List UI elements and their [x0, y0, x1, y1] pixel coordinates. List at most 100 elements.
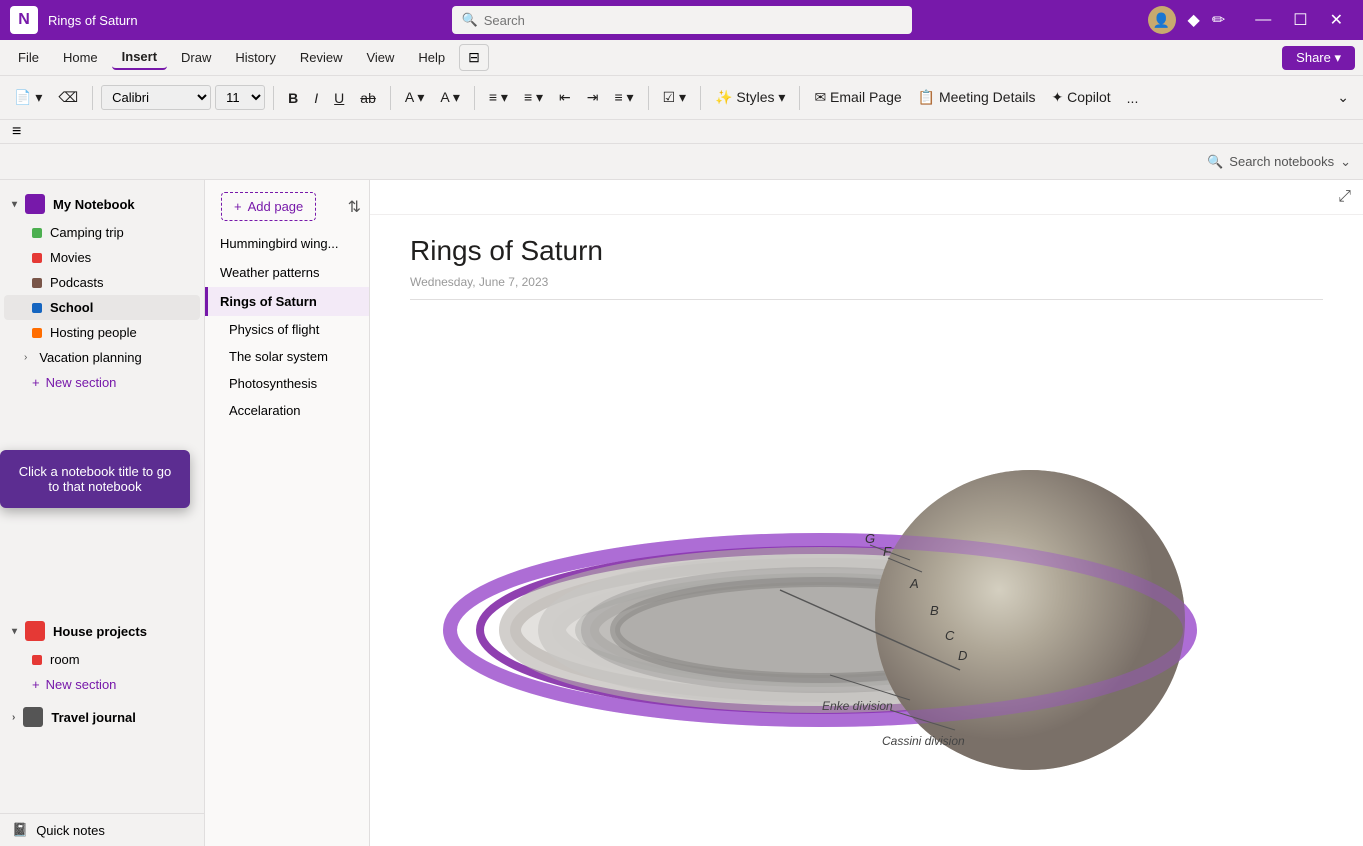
- svg-text:Cassini division: Cassini division: [882, 734, 965, 748]
- saturn-svg: G F A B C D Enke division: [410, 320, 1210, 800]
- bold-button[interactable]: B: [282, 86, 304, 110]
- page-rings-saturn[interactable]: Rings of Saturn: [205, 287, 369, 316]
- minimize-button[interactable]: —: [1245, 4, 1281, 36]
- page-weather[interactable]: Weather patterns: [205, 258, 369, 287]
- meeting-details-button[interactable]: 📋 Meeting Details: [912, 85, 1042, 110]
- hamburger-button[interactable]: ≡: [8, 123, 25, 141]
- task-button[interactable]: ☑ ▾: [657, 85, 692, 110]
- page-hummingbird[interactable]: Hummingbird wing...: [205, 229, 369, 258]
- bullets-button[interactable]: ≡ ▾: [483, 85, 514, 110]
- toolbar-divider-6: [700, 86, 701, 110]
- chevron-icon-house: ▾: [12, 626, 17, 637]
- font-color-button[interactable]: A ▾: [434, 85, 465, 110]
- notebook-my-notebook: ▾ My Notebook Camping trip Movies Podcas…: [0, 188, 204, 395]
- section-label-room: room: [50, 652, 80, 667]
- collapse-ribbon-button[interactable]: ⌄: [1331, 85, 1355, 110]
- toolbar: 📄 ▾ ⌫ Calibri 11 B I U ab A ▾ A ▾ ≡ ▾ ≡ …: [0, 76, 1363, 120]
- menu-review[interactable]: Review: [290, 46, 353, 69]
- new-section-house[interactable]: + New section: [4, 672, 200, 697]
- section-dot-podcasts: [32, 278, 42, 288]
- menu-view[interactable]: View: [356, 46, 404, 69]
- sort-button[interactable]: ⇅: [348, 197, 361, 217]
- menubar: File Home Insert Draw History Review Vie…: [0, 40, 1363, 76]
- menu-insert[interactable]: Insert: [112, 45, 167, 70]
- notebook-title-house: House projects: [53, 624, 147, 639]
- eraser-button[interactable]: ⌫: [52, 85, 84, 110]
- svg-text:A: A: [909, 576, 919, 591]
- section-school[interactable]: School: [4, 295, 200, 320]
- italic-button[interactable]: I: [308, 86, 324, 110]
- email-page-button[interactable]: ✉ Email Page: [808, 85, 907, 110]
- page-acceleration[interactable]: Accelaration: [205, 397, 369, 424]
- close-button[interactable]: ✕: [1320, 4, 1353, 36]
- page-solar[interactable]: The solar system: [205, 343, 369, 370]
- section-camping[interactable]: Camping trip: [4, 220, 200, 245]
- menu-home[interactable]: Home: [53, 46, 108, 69]
- font-size-selector[interactable]: 11: [215, 85, 265, 110]
- section-podcasts[interactable]: Podcasts: [4, 270, 200, 295]
- search-input[interactable]: [484, 13, 902, 28]
- section-vacation[interactable]: › Vacation planning: [4, 345, 200, 370]
- svg-text:D: D: [958, 648, 967, 663]
- svg-text:B: B: [930, 603, 939, 618]
- pen-icon[interactable]: ✏: [1212, 10, 1225, 30]
- plus-icon-page: +: [234, 199, 242, 214]
- new-page-button[interactable]: 📄 ▾: [8, 85, 48, 110]
- menu-history[interactable]: History: [225, 46, 285, 69]
- page-photosynthesis[interactable]: Photosynthesis: [205, 370, 369, 397]
- notebook-header-my-notebook[interactable]: ▾ My Notebook: [4, 188, 200, 220]
- more-button[interactable]: ...: [1121, 86, 1145, 110]
- copilot-button[interactable]: ✦ Copilot: [1045, 85, 1116, 110]
- indent-less-button[interactable]: ⇤: [553, 85, 577, 110]
- numbering-button[interactable]: ≡ ▾: [518, 85, 549, 110]
- notebook-header-house[interactable]: ▾ House projects: [4, 615, 200, 647]
- notebook-icon-my-notebook: [25, 194, 45, 214]
- notebook-travel: › Travel journal: [0, 701, 204, 733]
- window-title: Rings of Saturn: [48, 13, 138, 28]
- toolbar-divider-7: [799, 86, 800, 110]
- styles-button[interactable]: ✨ Styles ▾: [709, 85, 791, 110]
- toolbar-divider-4: [474, 86, 475, 110]
- section-label-podcasts: Podcasts: [50, 275, 103, 290]
- search-bar[interactable]: 🔍: [452, 6, 912, 34]
- align-button[interactable]: ≡ ▾: [609, 85, 640, 110]
- font-selector[interactable]: Calibri: [101, 85, 211, 110]
- toolbar-divider-2: [273, 86, 274, 110]
- menu-draw[interactable]: Draw: [171, 46, 221, 69]
- main-layout: ▾ My Notebook Camping trip Movies Podcas…: [0, 180, 1363, 846]
- titlebar: N Rings of Saturn 🔍 👤 ◆ ✏ — ☐ ✕: [0, 0, 1363, 40]
- app-logo: N: [10, 6, 38, 34]
- gem-icon[interactable]: ◆: [1188, 10, 1200, 30]
- page-physics[interactable]: Physics of flight: [205, 316, 369, 343]
- underline-button[interactable]: U: [328, 86, 350, 110]
- maximize-button[interactable]: ☐: [1283, 4, 1317, 36]
- new-section-my-notebook[interactable]: + New section: [4, 370, 200, 395]
- section-label-movies: Movies: [50, 250, 91, 265]
- svg-text:C: C: [945, 628, 955, 643]
- section-label-camping: Camping trip: [50, 225, 124, 240]
- section-room[interactable]: room: [4, 647, 200, 672]
- menu-help[interactable]: Help: [408, 46, 455, 69]
- svg-text:Enke division: Enke division: [822, 699, 893, 713]
- side-panel-button[interactable]: ⊟: [459, 44, 489, 71]
- avatar[interactable]: 👤: [1148, 6, 1176, 34]
- plus-icon: +: [32, 375, 40, 390]
- section-hosting[interactable]: Hosting people: [4, 320, 200, 345]
- notebook-title-my-notebook: My Notebook: [53, 197, 135, 212]
- quick-notes[interactable]: 📓 Quick notes: [0, 813, 204, 846]
- toolbar-divider-3: [390, 86, 391, 110]
- indent-more-button[interactable]: ⇥: [581, 85, 605, 110]
- page-title: Rings of Saturn: [410, 235, 1323, 267]
- notebooks-bar: 🔍 Search notebooks ⌄: [0, 144, 1363, 180]
- expand-button[interactable]: ⤢: [1338, 188, 1351, 206]
- strikethrough-button[interactable]: ab: [354, 86, 382, 110]
- search-notebooks[interactable]: 🔍 Search notebooks ⌄: [1207, 154, 1351, 170]
- tooltip-popup: Click a notebook title to go to that not…: [0, 450, 190, 508]
- notebook-header-travel[interactable]: › Travel journal: [4, 701, 200, 733]
- toolbar-divider-1: [92, 86, 93, 110]
- menu-file[interactable]: File: [8, 46, 49, 69]
- highlight-button[interactable]: A ▾: [399, 85, 430, 110]
- share-button[interactable]: Share ▾: [1282, 46, 1355, 70]
- add-page-button[interactable]: + Add page: [221, 192, 316, 221]
- section-movies[interactable]: Movies: [4, 245, 200, 270]
